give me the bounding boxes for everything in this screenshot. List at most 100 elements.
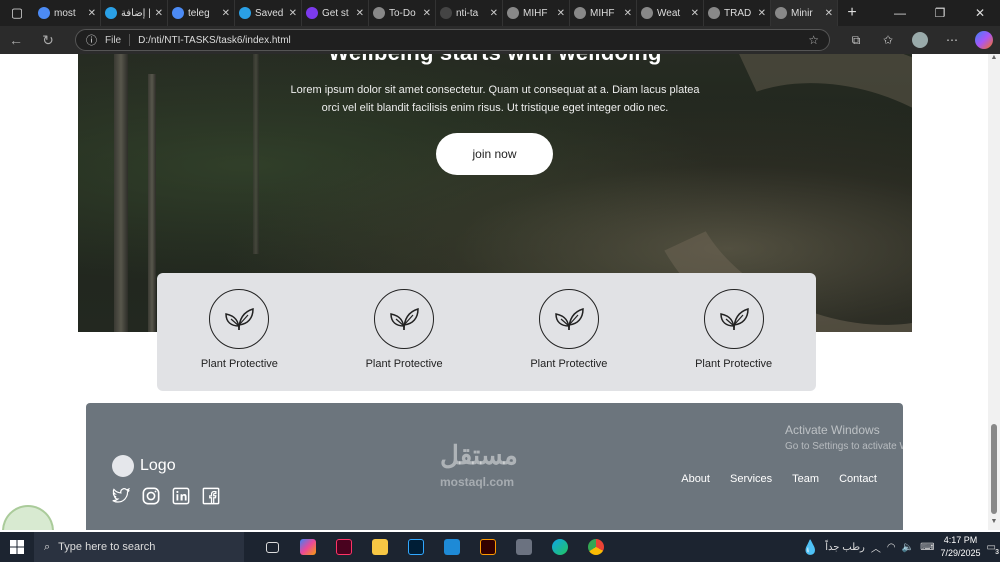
copilot-icon[interactable]	[968, 31, 1000, 49]
clock[interactable]: 4:17 PM 7/29/2025	[941, 534, 981, 560]
more-menu-icon[interactable]: ⋯	[936, 33, 968, 47]
instagram-icon[interactable]	[142, 487, 160, 505]
close-tab-icon[interactable]: ✕	[624, 8, 632, 19]
footer-link-team[interactable]: Team	[792, 473, 819, 485]
vscode-icon[interactable]	[434, 532, 470, 562]
footer-link-about[interactable]: About	[681, 473, 710, 485]
weather-text[interactable]: رطب جداً	[825, 542, 865, 553]
indesign-icon[interactable]	[326, 532, 362, 562]
back-icon[interactable]: ←	[0, 26, 32, 54]
tab-actions-icon[interactable]: ▢	[0, 0, 34, 26]
edge-icon[interactable]	[542, 532, 578, 562]
browser-tab[interactable]: Weat ✕	[637, 0, 704, 26]
close-tab-icon[interactable]: ✕	[557, 8, 565, 19]
wifi-icon[interactable]: ◠	[887, 542, 896, 553]
favorite-star-icon[interactable]: ☆	[808, 33, 819, 47]
file-explorer-icon[interactable]	[362, 532, 398, 562]
new-tab-button[interactable]: +	[838, 4, 866, 22]
navigation-bar: ← ↻ ⓘ File D:/nti/NTI-TASKS/task6/index.…	[0, 26, 1000, 54]
search-icon: ⌕	[44, 540, 51, 553]
close-tab-icon[interactable]: ✕	[88, 8, 96, 19]
scroll-thumb[interactable]	[991, 424, 997, 514]
close-tab-icon[interactable]: ✕	[691, 8, 699, 19]
globe-icon	[574, 7, 586, 19]
tab-title: MIHF	[523, 7, 548, 19]
tab-title: Minir	[791, 7, 813, 19]
windows-taskbar: ⌕ Type here to search 💧 رطب جداً ︿ ◠ 🔈 ⌨…	[0, 532, 1000, 562]
refresh-icon[interactable]: ↻	[32, 26, 64, 54]
scroll-down-icon[interactable]: ▼	[988, 518, 1000, 530]
window-controls: — ❐ ✕	[880, 0, 1000, 26]
info-icon[interactable]: ⓘ	[86, 32, 97, 48]
tray-chevron-icon[interactable]: ︿	[871, 540, 881, 555]
join-now-button[interactable]: join now	[436, 133, 553, 175]
illustrator-icon[interactable]	[470, 532, 506, 562]
footer-logo[interactable]: Logo	[112, 455, 176, 477]
plant-leaves-icon	[209, 289, 270, 349]
volume-icon[interactable]: 🔈	[902, 542, 914, 553]
close-tab-icon[interactable]: ✕	[289, 8, 297, 19]
feature-label: Plant Protective	[365, 358, 443, 370]
close-tab-icon[interactable]: ✕	[155, 8, 163, 19]
close-tab-icon[interactable]: ✕	[490, 8, 498, 19]
copilot-app-icon[interactable]	[290, 532, 326, 562]
bootstrap-icon	[306, 7, 318, 19]
close-tab-icon[interactable]: ✕	[825, 8, 833, 19]
browser-tab[interactable]: nti-ta ✕	[436, 0, 503, 26]
tab-title: Get st	[322, 7, 349, 19]
photoshop-icon[interactable]	[398, 532, 434, 562]
app-icon[interactable]	[506, 532, 542, 562]
github-icon	[440, 7, 452, 19]
profile-avatar[interactable]	[904, 32, 936, 48]
vertical-scrollbar[interactable]: ▲ ▼	[988, 54, 1000, 530]
browser-tab[interactable]: MIHF ✕	[570, 0, 637, 26]
scroll-up-icon[interactable]: ▲	[988, 54, 1000, 66]
search-icon	[38, 7, 50, 19]
maximize-icon[interactable]: ❐	[920, 0, 960, 26]
weather-drop-icon[interactable]: 💧	[802, 539, 819, 556]
address-bar[interactable]: ⓘ File D:/nti/NTI-TASKS/task6/index.html…	[75, 29, 830, 51]
browser-tab[interactable]: إضافة | ✕	[101, 0, 168, 26]
browser-tab[interactable]: most ✕	[34, 0, 101, 26]
tab-title: MIHF	[590, 7, 615, 19]
favorites-icon[interactable]: ✩	[872, 33, 904, 47]
browser-tab[interactable]: Get st ✕	[302, 0, 369, 26]
close-tab-icon[interactable]: ✕	[758, 8, 766, 19]
date-text: 7/29/2025	[940, 548, 981, 558]
taskbar-search[interactable]: ⌕ Type here to search	[34, 532, 244, 562]
windows-start-icon[interactable]	[0, 532, 34, 562]
close-tab-icon[interactable]: ✕	[222, 8, 230, 19]
minimize-icon[interactable]: —	[880, 0, 920, 26]
browser-tab[interactable]: To-Do ✕	[369, 0, 436, 26]
feature-label: Plant Protective	[200, 358, 278, 370]
browser-tab[interactable]: TRAD ✕	[704, 0, 771, 26]
footer-link-services[interactable]: Services	[730, 473, 772, 485]
close-tab-icon[interactable]: ✕	[423, 8, 431, 19]
facebook-icon[interactable]	[202, 487, 220, 505]
linkedin-icon[interactable]	[172, 487, 190, 505]
keyboard-icon[interactable]: ⌨	[920, 542, 934, 553]
browser-tab[interactable]: MIHF ✕	[503, 0, 570, 26]
extensions-icon[interactable]: ⧉	[840, 33, 872, 48]
scheme-label: File	[105, 34, 122, 46]
browser-tab[interactable]: teleg ✕	[168, 0, 235, 26]
globe-icon	[373, 7, 385, 19]
close-tab-icon[interactable]: ✕	[356, 8, 364, 19]
time-text: 4:17 PM	[943, 535, 978, 545]
footer-link-contact[interactable]: Contact	[839, 473, 877, 485]
feature-item: Plant Protective	[674, 289, 794, 370]
tab-title: Saved	[255, 7, 284, 19]
browser-tab[interactable]: Minir ✕	[771, 0, 838, 26]
plant-leaves-icon	[374, 289, 435, 349]
notifications-icon[interactable]: ▭ 3	[987, 542, 999, 556]
twitter-icon[interactable]	[112, 487, 130, 505]
tab-title: To-Do	[389, 7, 416, 19]
hero-text: Lorem ipsum dolor sit amet consectetur. …	[290, 84, 700, 114]
feature-label: Plant Protective	[530, 358, 608, 370]
feature-item: Plant Protective	[344, 289, 464, 370]
task-view-icon[interactable]	[254, 532, 290, 562]
chrome-icon[interactable]	[578, 532, 614, 562]
url-text[interactable]: D:/nti/NTI-TASKS/task6/index.html	[138, 35, 291, 46]
browser-tab[interactable]: Saved ✕	[235, 0, 302, 26]
close-window-icon[interactable]: ✕	[960, 0, 1000, 26]
